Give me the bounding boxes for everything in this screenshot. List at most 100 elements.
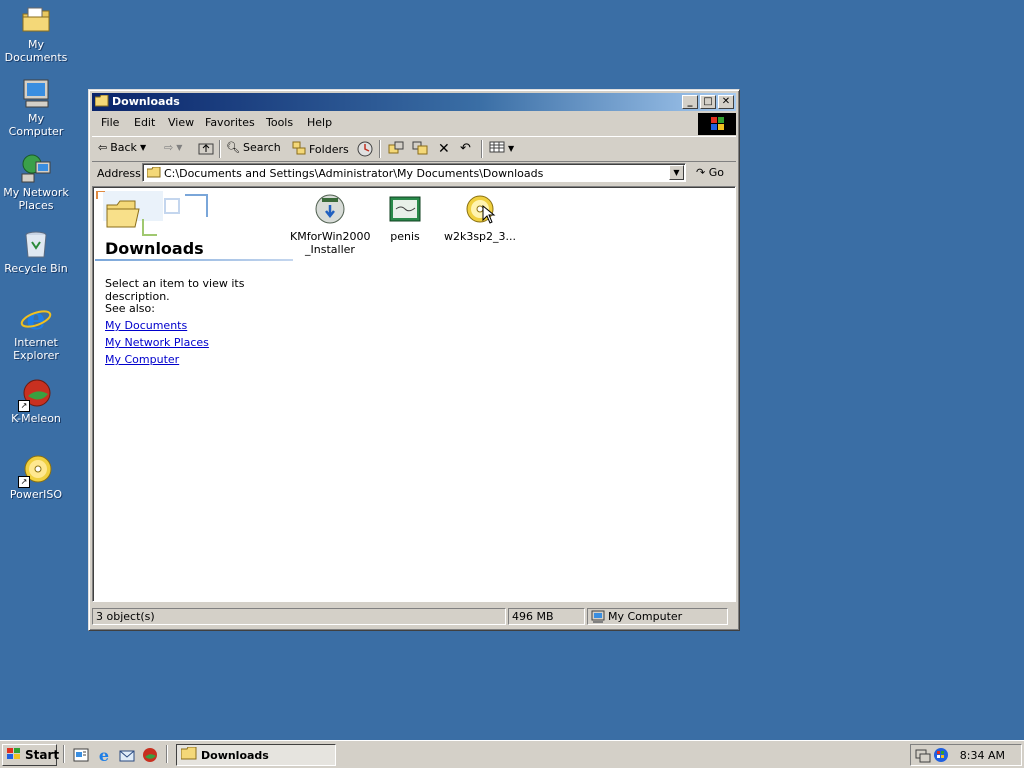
copy-to-icon	[412, 141, 428, 158]
menu-bar: File Edit View Favorites Tools Help	[92, 113, 736, 135]
start-button[interactable]: Start	[2, 744, 59, 766]
taskbar-button-downloads[interactable]: Downloads	[176, 744, 336, 766]
svg-text:e: e	[26, 302, 45, 334]
network-tray-icon[interactable]	[915, 747, 931, 766]
back-label: Back	[110, 141, 137, 154]
desktop-icon-my-documents[interactable]: My Documents	[0, 4, 72, 64]
menu-view[interactable]: View	[168, 116, 194, 129]
up-folder-button[interactable]	[198, 141, 214, 158]
minimize-button[interactable]: _	[682, 95, 698, 109]
folder-documents-icon	[20, 4, 52, 36]
address-bar: Address C:\Documents and Settings\Admini…	[92, 161, 736, 185]
desktop-icon-label: My Computer	[8, 112, 64, 138]
search-button[interactable]: 🔍︎ Search	[226, 141, 281, 154]
toolbar-separator	[379, 140, 381, 158]
link-my-network-places[interactable]: My Network Places	[105, 336, 209, 349]
file-label: w2k3sp2_3...	[443, 230, 517, 243]
recycle-bin-icon	[20, 228, 52, 260]
standard-toolbar: ⇦ Back ▼ ⇨ ▼ 🔍︎ Search Folders ✕ ↶ ▼	[92, 136, 736, 162]
network-icon	[20, 152, 52, 184]
forward-button[interactable]: ⇨ ▼	[164, 141, 182, 154]
quicklaunch-show-desktop[interactable]	[73, 747, 89, 763]
delete-x-icon: ✕	[438, 141, 450, 157]
file-item[interactable]: w2k3sp2_3...	[440, 193, 520, 243]
web-view-pane: Downloads Select an item to view its des…	[93, 187, 295, 601]
undo-icon: ↶	[460, 141, 471, 156]
desktop-icon-label: My Documents	[4, 38, 68, 64]
windows-update-tray-icon[interactable]	[933, 747, 949, 766]
go-button[interactable]: ↷ Go	[696, 166, 724, 179]
menu-file[interactable]: File	[101, 116, 119, 129]
show-desktop-icon	[73, 748, 89, 762]
pane-title: Downloads	[105, 239, 204, 258]
toolbar-separator	[219, 140, 221, 158]
maximize-button[interactable]: □	[700, 95, 716, 109]
quicklaunch-k-meleon[interactable]	[142, 747, 158, 763]
folder-banner-art	[95, 190, 213, 237]
chevron-down-icon: ▼	[139, 143, 147, 152]
desktop-icon-k-meleon[interactable]: ↗ K-Meleon	[0, 378, 72, 425]
copy-to-button[interactable]	[412, 141, 428, 158]
file-item[interactable]: penis	[365, 193, 445, 243]
window-title: Downloads	[112, 95, 180, 108]
windows-flag-icon	[6, 747, 22, 764]
folders-label: Folders	[309, 143, 349, 156]
taskbar-separator	[63, 745, 65, 763]
clock[interactable]: 8:34 AM	[960, 749, 1005, 762]
menu-help[interactable]: Help	[307, 116, 332, 129]
desktop-icon-poweriso[interactable]: ↗ PowerISO	[0, 454, 72, 501]
chevron-down-icon: ▼	[508, 144, 515, 153]
forward-arrow-icon: ⇨	[164, 141, 174, 154]
link-my-documents[interactable]: My Documents	[105, 319, 187, 332]
desktop-icon-label: Recycle Bin	[4, 262, 68, 275]
status-object-count: 3 object(s)	[92, 608, 506, 625]
status-size: 496 MB	[508, 608, 585, 625]
back-button[interactable]: ⇦ Back ▼	[98, 141, 146, 154]
desktop-icon-recycle-bin[interactable]: Recycle Bin	[0, 228, 72, 275]
folder-icon	[146, 166, 161, 178]
internet-explorer-icon: e	[99, 746, 109, 765]
file-item[interactable]: KMforWin2000 _Installer	[290, 193, 371, 256]
title-bar[interactable]: Downloads _ □ ✕	[92, 93, 736, 111]
status-bar: 3 object(s) 496 MB My Computer	[92, 606, 736, 626]
menu-edit[interactable]: Edit	[134, 116, 155, 129]
views-grid-icon	[489, 141, 505, 156]
image-file-icon	[389, 193, 421, 225]
link-my-computer[interactable]: My Computer	[105, 353, 179, 366]
move-to-button[interactable]	[388, 141, 404, 158]
file-label-line-1: KMforWin2000	[290, 230, 371, 243]
folders-button[interactable]: Folders	[292, 141, 349, 158]
svg-text:e: e	[99, 747, 109, 763]
address-input[interactable]: C:\Documents and Settings\Administrator\…	[142, 163, 686, 182]
desktop-icon-label: PowerISO	[9, 488, 63, 501]
address-dropdown-button[interactable]: ▼	[669, 165, 684, 180]
desktop-icon-my-computer[interactable]: My Computer	[0, 78, 72, 138]
status-zone-label: My Computer	[608, 610, 683, 623]
quicklaunch-internet-explorer[interactable]: e	[96, 746, 112, 765]
quicklaunch-outlook-express[interactable]	[119, 747, 135, 763]
desktop-icon-label: K-Meleon	[11, 412, 61, 425]
views-button[interactable]: ▼	[489, 141, 514, 156]
desktop-icon-network-places[interactable]: My Network Places	[0, 152, 72, 212]
up-folder-icon	[198, 141, 214, 158]
go-label: Go	[708, 166, 724, 179]
desktop-icon-internet-explorer[interactable]: e Internet Explorer	[0, 302, 72, 362]
k-meleon-icon	[143, 748, 157, 762]
menu-favorites[interactable]: Favorites	[205, 116, 255, 129]
undo-button[interactable]: ↶	[460, 141, 471, 156]
delete-button[interactable]: ✕	[438, 141, 450, 157]
history-button[interactable]	[357, 141, 373, 160]
move-to-icon	[388, 141, 404, 158]
close-button[interactable]: ✕	[718, 95, 734, 109]
folder-icon	[180, 746, 197, 763]
see-also-label: See also:	[105, 302, 155, 315]
pane-divider	[95, 259, 293, 261]
search-label: Search	[242, 141, 281, 154]
chevron-down-icon: ▼	[176, 143, 183, 152]
history-icon	[357, 141, 373, 160]
taskbar-button-label: Downloads	[201, 748, 269, 762]
address-label: Address	[97, 167, 141, 180]
menu-tools[interactable]: Tools	[266, 116, 293, 129]
folder-content-view: Downloads Select an item to view its des…	[92, 186, 736, 602]
windows-logo-icon	[698, 113, 736, 135]
